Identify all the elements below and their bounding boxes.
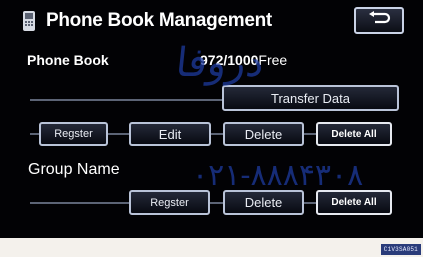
phone-book-label: Phone Book (27, 52, 109, 68)
phone-icon (22, 10, 36, 32)
group-delete-label: Delete (244, 195, 283, 210)
group-register-label: Regster (150, 196, 189, 209)
group-delete-button[interactable]: Delete (223, 190, 304, 215)
watermark-phone: ۰۲۱-۸۸۸۴۳۰۸ (192, 158, 364, 193)
back-button[interactable] (354, 7, 404, 34)
divider-line (108, 133, 130, 135)
phone-book-count-suffix: Free (258, 52, 288, 68)
group-delete-all-button[interactable]: Delete All (316, 190, 392, 215)
phone-book-count: 972/1000Free (200, 52, 287, 68)
image-code-label: C1V3SA051 (380, 244, 421, 255)
delete-label: Delete (244, 126, 283, 142)
delete-button[interactable]: Delete (223, 122, 304, 146)
edit-button[interactable]: Edit (129, 122, 211, 146)
group-name-label: Group Name (28, 161, 120, 178)
bottom-strip (0, 238, 423, 257)
group-delete-all-label: Delete All (331, 197, 377, 208)
header: Phone Book Management (22, 8, 272, 34)
phone-book-count-value: 972/1000 (200, 52, 259, 68)
register-label: Regster (54, 128, 93, 140)
register-button[interactable]: Regster (39, 122, 108, 146)
delete-all-button[interactable]: Delete All (316, 122, 392, 146)
divider-line (30, 202, 130, 204)
delete-all-label: Delete All (331, 128, 377, 140)
divider-line (30, 99, 226, 101)
divider-line (210, 202, 224, 204)
group-register-button[interactable]: Regster (129, 190, 210, 215)
transfer-data-button[interactable]: Transfer Data (222, 85, 399, 111)
transfer-data-label: Transfer Data (271, 90, 350, 106)
page-title: Phone Book Management (46, 10, 272, 31)
edit-label: Edit (158, 126, 182, 142)
return-arrow-icon (367, 11, 391, 30)
display-screen: Phone Book Management Phone Book 972/100… (0, 0, 423, 238)
